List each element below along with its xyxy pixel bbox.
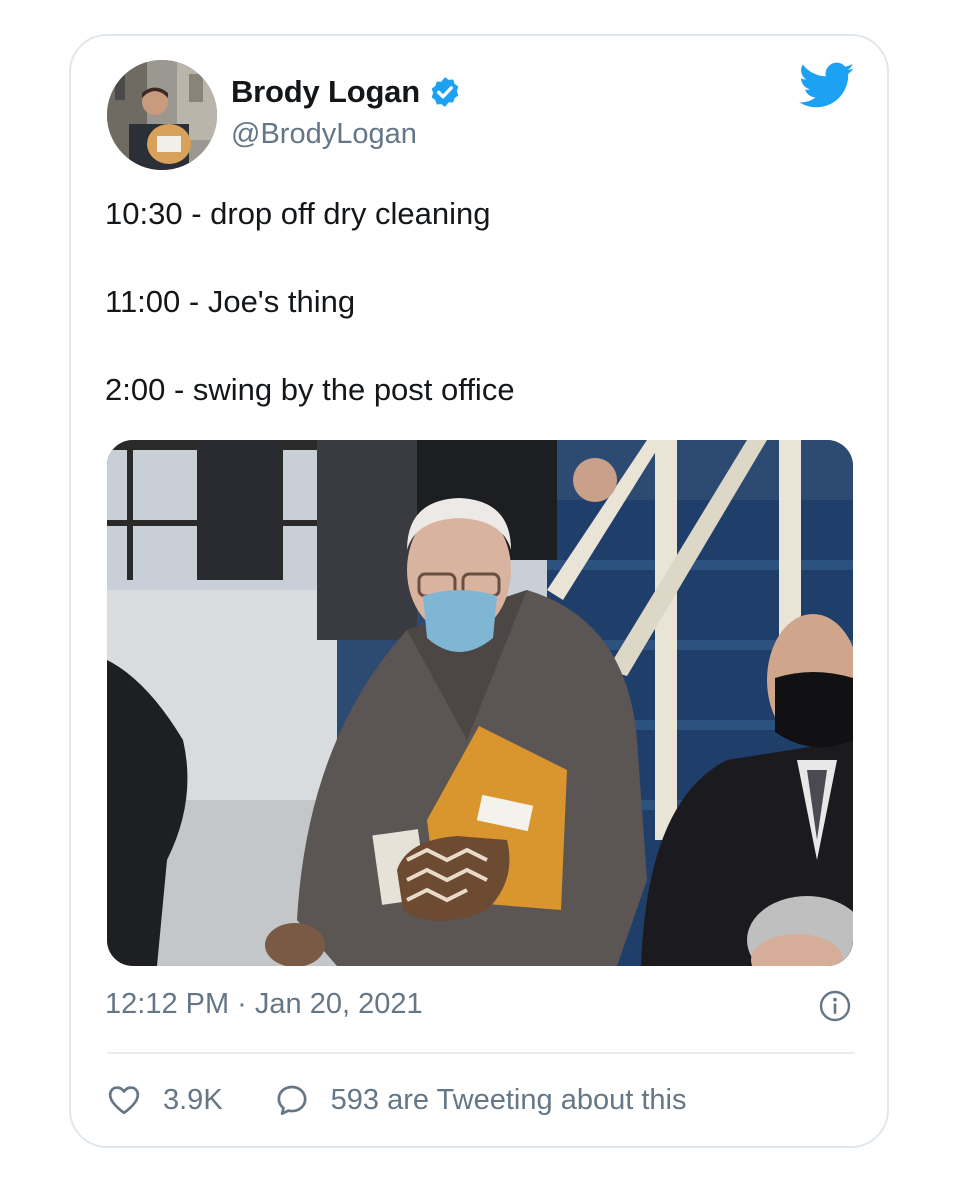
author-handle[interactable]: @BrodyLogan: [231, 118, 417, 151]
tweet-media-photo[interactable]: [107, 440, 853, 966]
heart-icon: [108, 1086, 140, 1115]
tweet-timestamp[interactable]: 12:12 PM · Jan 20, 2021: [105, 988, 423, 1021]
tweet-line: 11:00 - Joe's thing: [105, 284, 356, 319]
avatar[interactable]: [107, 60, 217, 170]
speech-bubble-icon: [277, 1085, 307, 1115]
tweet-line: 2:00 - swing by the post office: [105, 372, 515, 407]
like-button[interactable]: 3.9K: [107, 1083, 223, 1117]
author-name-row[interactable]: Brody Logan: [231, 72, 462, 112]
avatar-photo: [107, 60, 217, 170]
tweet-actions: 3.9K 593 are Tweeting about this: [107, 1078, 686, 1122]
tweeting-about-link[interactable]: 593 are Tweeting about this: [275, 1083, 687, 1117]
info-circle-icon[interactable]: [819, 990, 851, 1022]
twitter-bird-icon[interactable]: [799, 62, 855, 110]
divider: [107, 1052, 855, 1054]
verified-badge-icon: [431, 77, 459, 107]
like-count: 3.9K: [163, 1083, 223, 1116]
inauguration-photo: [107, 440, 853, 966]
tweeting-about-text: 593 are Tweeting about this: [330, 1083, 687, 1116]
tweet-line: 10:30 - drop off dry cleaning: [105, 196, 491, 231]
tweet-text: 10:30 - drop off dry cleaning 11:00 - Jo…: [105, 194, 515, 458]
author-display-name[interactable]: Brody Logan: [231, 74, 420, 110]
tweet-card[interactable]: Brody Logan @BrodyLogan 10:30 - drop off…: [69, 34, 889, 1148]
